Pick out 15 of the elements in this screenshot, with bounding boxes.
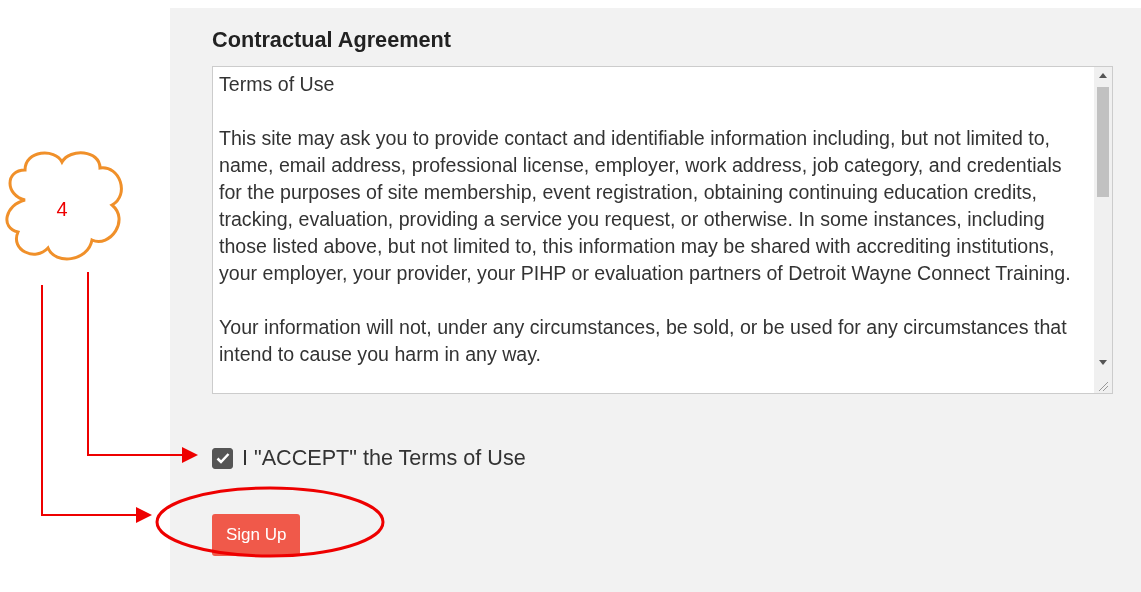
- scroll-up-icon[interactable]: [1099, 73, 1107, 78]
- scrollbar[interactable]: [1094, 67, 1112, 393]
- sign-up-button[interactable]: Sign Up: [212, 514, 301, 556]
- scroll-down-icon[interactable]: [1099, 360, 1107, 365]
- accept-checkbox[interactable]: [212, 447, 233, 469]
- resize-grip-icon[interactable]: [1098, 381, 1108, 391]
- step-number: 4: [56, 198, 68, 220]
- scroll-thumb[interactable]: [1097, 87, 1109, 197]
- section-title: Contractual Agreement: [212, 26, 452, 54]
- terms-text-area[interactable]: [212, 66, 1113, 394]
- terms-paragraph: This site may ask you to provide contact and identifiable information including, but not limited to, name, email address, professional license, employer, work address, job category, and credentials for the purposes of site membership, event registration, obtaining continuing education credits, tracking, evaluation, providing a service you request, or otherwise. In some instances, including those listed above, but not limited to, this information may be shared with accrediting institutions, your employer, your provider, your PIHP or evaluation partners of Detroit Wayne Connect Training.: [219, 126, 1072, 286]
- terms-paragraph: Your information will not, under any circumstances, be sold, or be used for any circumstances that intend to cause you harm in any way.: [219, 315, 1068, 367]
- accept-label: I "ACCEPT" the Terms of Use: [242, 444, 526, 472]
- terms-paragraph: Terms of Use: [219, 72, 336, 97]
- checkmark-icon: [215, 452, 230, 465]
